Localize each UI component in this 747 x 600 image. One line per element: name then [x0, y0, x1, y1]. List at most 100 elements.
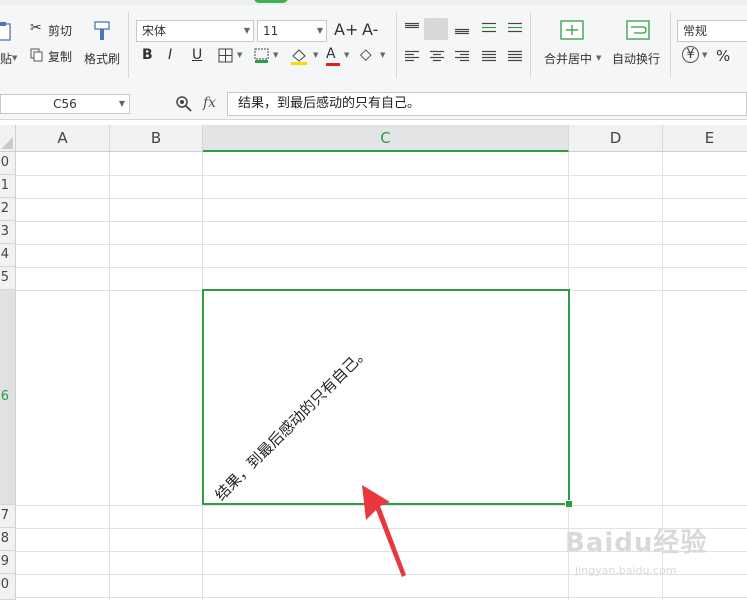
column-header-d[interactable]: D	[569, 125, 663, 152]
column-header-e[interactable]: E	[663, 125, 747, 152]
ribbon-separator	[670, 12, 671, 78]
paste-button[interactable]: 贴 ▼	[0, 18, 18, 78]
ribbon-separator	[530, 12, 531, 78]
formula-input[interactable]: 结果，到最后感动的只有自己。	[227, 92, 747, 116]
merge-center-button[interactable]: 合并居中 ▼	[540, 18, 606, 78]
chevron-down-icon: ▼	[596, 54, 602, 62]
row-header-selected[interactable]: 6	[0, 290, 16, 505]
row-header[interactable]: 1	[0, 175, 16, 198]
font-name-select[interactable]: 宋体 ▼	[136, 20, 254, 42]
paste-dropdown-icon: ▼	[12, 54, 18, 62]
grid-line	[109, 152, 110, 600]
chevron-down-icon: ▼	[237, 51, 243, 59]
currency-button[interactable]: ¥ ▼	[682, 46, 712, 66]
zoom-search-icon[interactable]	[175, 95, 193, 113]
justify-icon[interactable]	[481, 50, 497, 64]
increase-font-button[interactable]: A+	[334, 20, 358, 39]
paint-bucket-icon	[291, 49, 307, 65]
font-name-value: 宋体	[142, 24, 167, 38]
merge-center-label: 合并居中	[544, 52, 593, 66]
chevron-down-icon: ▼	[243, 26, 250, 35]
increase-indent-icon[interactable]	[507, 22, 523, 36]
row-label: 4	[0, 247, 9, 262]
chevron-down-icon: ▼	[273, 51, 279, 59]
paste-label: 贴	[0, 52, 13, 66]
row-header[interactable]: 3	[0, 221, 16, 244]
chevron-down-icon: ▼	[316, 26, 323, 35]
row-label: 6	[0, 389, 9, 404]
grid-line	[16, 198, 747, 199]
active-cell[interactable]	[202, 289, 570, 505]
row-header[interactable]: 7	[0, 505, 16, 528]
decrease-font-button[interactable]: A-	[362, 20, 378, 39]
fill-pattern-button[interactable]: ▼	[252, 46, 282, 66]
wrap-text-button[interactable]: 自动换行	[610, 18, 666, 78]
align-top-icon[interactable]	[404, 22, 420, 36]
cell-reference: C56	[53, 97, 77, 111]
grid-line	[16, 221, 747, 222]
align-center-icon[interactable]	[429, 50, 445, 64]
chevron-down-icon: ▼	[380, 51, 386, 59]
number-format-select[interactable]: 常规	[677, 20, 747, 42]
row-label: 3	[0, 224, 9, 239]
column-header-c[interactable]: C	[203, 125, 569, 152]
row-header[interactable]: 8	[0, 528, 16, 551]
chevron-down-icon: ▼	[313, 51, 319, 59]
underline-button[interactable]: U	[192, 47, 202, 63]
distributed-icon[interactable]	[507, 50, 523, 64]
column-header-a[interactable]: A	[16, 125, 110, 152]
wrap-text-label: 自动换行	[612, 52, 661, 66]
format-painter-button[interactable]: 格式刷	[82, 18, 122, 78]
grid-line	[16, 597, 747, 598]
row-label: 2	[0, 201, 9, 216]
format-painter-label: 格式刷	[84, 52, 121, 66]
column-header-b[interactable]: B	[110, 125, 203, 152]
row-label: 8	[0, 531, 9, 546]
font-color-button[interactable]: A ▼	[326, 46, 354, 66]
copy-button[interactable]: 复制	[28, 46, 78, 66]
row-header[interactable]: 4	[0, 244, 16, 267]
row-label: 0	[0, 155, 9, 170]
cut-label: 剪切	[48, 24, 73, 38]
align-middle-button[interactable]	[424, 18, 448, 40]
italic-button[interactable]: I	[168, 47, 172, 63]
scissors-icon: ✂	[30, 20, 42, 36]
row-label: 5	[0, 270, 9, 285]
row-header[interactable]: 9	[0, 551, 16, 574]
column-label: D	[609, 129, 622, 147]
copy-label: 复制	[48, 50, 73, 64]
grid-line	[16, 244, 747, 245]
cut-button[interactable]: ✂ 剪切	[28, 20, 78, 40]
active-tab-indicator	[254, 0, 288, 3]
row-header[interactable]: 0	[0, 152, 16, 175]
percent-button[interactable]: %	[716, 47, 730, 65]
align-left-icon[interactable]	[404, 50, 420, 64]
row-header[interactable]: 5	[0, 267, 16, 290]
wrap-text-icon	[626, 20, 650, 40]
row-header[interactable]: 2	[0, 198, 16, 221]
borders-button[interactable]: ▼	[216, 46, 246, 66]
decrease-indent-icon[interactable]	[481, 22, 497, 36]
font-size-value: 11	[263, 24, 279, 38]
currency-icon: ¥	[682, 46, 699, 63]
ribbon-separator	[396, 12, 397, 78]
bold-button[interactable]: B	[142, 47, 153, 63]
formula-text: 结果，到最后感动的只有自己。	[238, 96, 421, 111]
fill-color-button[interactable]: ▼	[288, 46, 322, 66]
eraser-icon: ◇	[360, 45, 372, 63]
font-size-select[interactable]: 11 ▼	[257, 20, 327, 42]
select-all-corner[interactable]	[0, 125, 16, 152]
align-right-icon[interactable]	[454, 50, 470, 64]
chevron-down-icon: ▼	[344, 51, 350, 59]
clear-button[interactable]: ◇ ▼	[360, 45, 390, 66]
fill-handle[interactable]	[565, 500, 573, 508]
watermark-logo-text: Baidu经验	[565, 528, 708, 558]
row-header[interactable]: 0	[0, 574, 16, 600]
column-label: E	[704, 129, 715, 147]
row-label: 9	[0, 554, 9, 569]
fx-icon[interactable]: fx	[203, 95, 216, 111]
copy-icon	[30, 48, 43, 62]
name-box[interactable]: C56 ▼	[0, 94, 130, 114]
align-bottom-icon[interactable]	[454, 22, 470, 36]
row-label: 7	[0, 508, 9, 523]
